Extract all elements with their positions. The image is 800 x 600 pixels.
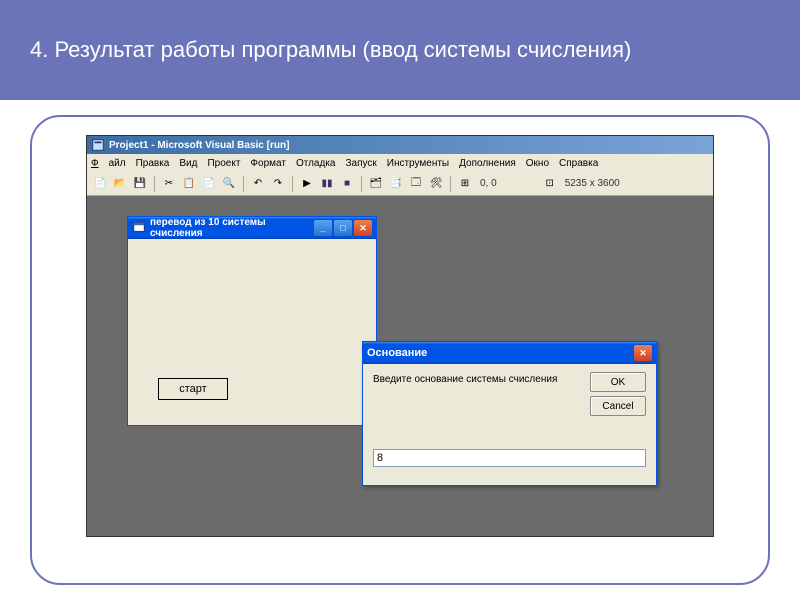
tb-coords-text: 0, 0 [480,178,497,189]
dialog-input[interactable] [373,449,646,467]
dialog-close-icon[interactable]: ✕ [634,345,652,361]
tb-stop-icon[interactable]: ■ [338,175,356,193]
tb-sep [292,176,293,192]
tb-size-text: 5235 x 3600 [565,178,620,189]
tb-toolbox-icon[interactable]: 🛠 [427,175,445,193]
tb-find-icon[interactable]: 🔍 [220,175,238,193]
start-button[interactable]: старт [158,378,228,400]
app-icon [132,220,146,237]
app-window-buttons: _ □ ✕ [314,220,372,236]
menu-addins[interactable]: Дополнения [459,158,516,169]
menu-help[interactable]: Справка [559,158,598,169]
tb-form-icon[interactable]: 🗔 [407,175,425,193]
menu-tools[interactable]: Инструменты [387,158,449,169]
cancel-button-label: Cancel [602,401,633,412]
tb-undo-icon[interactable]: ↶ [249,175,267,193]
ide-title-text: Project1 - Microsoft Visual Basic [run] [109,140,289,151]
close-icon[interactable]: ✕ [354,220,372,236]
tb-size-icon: ⊡ [541,175,559,193]
ide-mdi-area: перевод из 10 системы счисления _ □ ✕ ст… [87,196,713,536]
menu-file[interactable]: ФФайлайл [91,158,126,169]
tb-copy-icon[interactable]: 📋 [180,175,198,193]
cancel-button[interactable]: Cancel [590,396,646,416]
slide-header: 4. Результат работы программы (ввод сист… [0,0,800,100]
app-body: старт [128,239,376,425]
app-titlebar: перевод из 10 системы счисления _ □ ✕ [128,217,376,239]
tb-sep [243,176,244,192]
vb-ide-window: Project1 - Microsoft Visual Basic [run] … [86,135,714,537]
tb-pause-icon[interactable]: ▮▮ [318,175,336,193]
ok-button-label: OK [611,377,625,388]
dialog-titlebar: Основание ✕ [363,342,656,364]
tb-open-icon[interactable]: 📂 [111,175,129,193]
tb-sep [450,176,451,192]
app-window: перевод из 10 системы счисления _ □ ✕ ст… [127,216,377,426]
slide-content: Project1 - Microsoft Visual Basic [run] … [0,100,800,600]
menu-view[interactable]: Вид [179,158,197,169]
menu-project[interactable]: Проект [207,158,240,169]
tb-cut-icon[interactable]: ✂ [160,175,178,193]
tb-props-icon[interactable]: 📑 [387,175,405,193]
tb-coords-icon: ⊞ [456,175,474,193]
tb-redo-icon[interactable]: ↷ [269,175,287,193]
input-dialog: Основание ✕ Введите основание системы сч… [362,341,657,486]
tb-new-icon[interactable]: 📄 [91,175,109,193]
ide-titlebar: Project1 - Microsoft Visual Basic [run] [87,136,713,154]
dialog-body: Введите основание системы счисления OK C… [363,364,656,485]
menu-debug[interactable]: Отладка [296,158,336,169]
tb-sep [361,176,362,192]
slide-title: 4. Результат работы программы (ввод сист… [30,36,631,65]
tb-sep [154,176,155,192]
ide-menubar[interactable]: ФФайлайл Правка Вид Проект Формат Отладк… [87,154,713,172]
tb-run-icon[interactable]: ▶ [298,175,316,193]
tb-save-icon[interactable]: 💾 [131,175,149,193]
dialog-buttons: OK Cancel [590,372,646,416]
start-button-label: старт [179,383,206,395]
minimize-icon[interactable]: _ [314,220,332,236]
dialog-title-text: Основание [367,347,634,359]
menu-format[interactable]: Формат [250,158,286,169]
menu-edit[interactable]: Правка [136,158,170,169]
tb-project-icon[interactable]: 🗂 [367,175,385,193]
ide-toolbar: 📄 📂 💾 ✂ 📋 📄 🔍 ↶ ↷ ▶ ▮▮ ■ 🗂 📑 🗔 🛠 ⊞ 0, 0 [87,172,713,196]
menu-run[interactable]: Запуск [345,158,376,169]
menu-window[interactable]: Окно [526,158,549,169]
tb-paste-icon[interactable]: 📄 [200,175,218,193]
vb-app-icon [91,138,105,152]
ok-button[interactable]: OK [590,372,646,392]
maximize-icon[interactable]: □ [334,220,352,236]
app-title-text: перевод из 10 системы счисления [150,217,314,239]
